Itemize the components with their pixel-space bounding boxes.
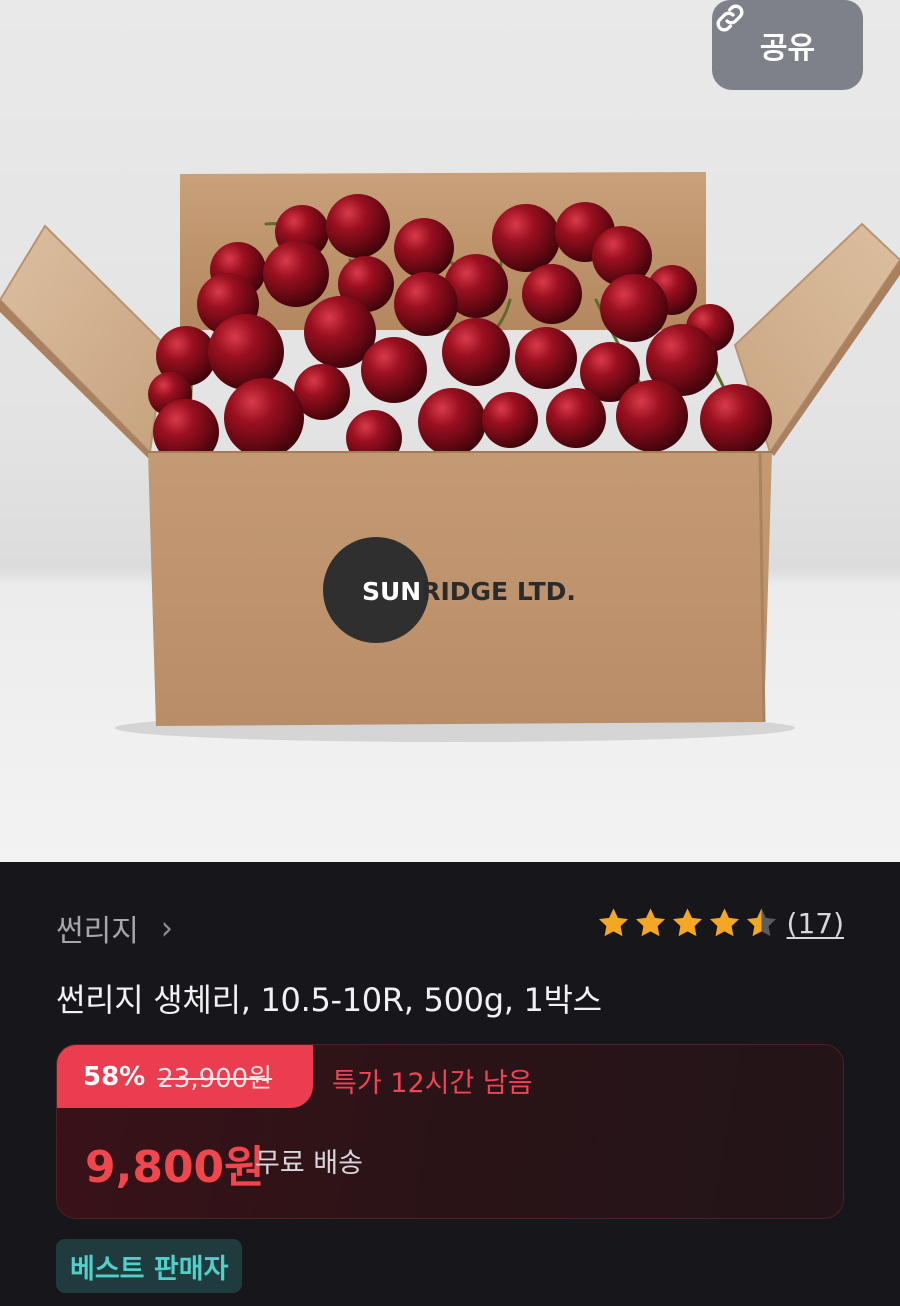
discount-rate: 58% — [83, 1061, 146, 1092]
brand-name: 썬리지 — [56, 914, 139, 949]
shipping-info: 무료 배송 — [255, 1148, 363, 1179]
share-button[interactable]: 공유 — [712, 0, 863, 90]
brand-link[interactable]: 썬리지 › — [56, 906, 173, 950]
discount-tab: 58% 23,900원 — [57, 1045, 313, 1108]
star-full-icon — [635, 908, 665, 937]
star-full-icon — [709, 908, 739, 937]
share-label: 공유 — [759, 31, 816, 66]
price-box: 58% 23,900원 특가 12시간 남음 9,800원 무료 배송 — [56, 1044, 844, 1219]
chevron-right-icon: › — [160, 908, 173, 948]
star-rating — [596, 906, 779, 940]
rating-summary[interactable]: (17) — [596, 906, 844, 940]
star-full-icon — [672, 908, 702, 937]
star-full-icon — [598, 908, 628, 937]
box-logo-text: SUNRIDGE LTD. — [362, 577, 576, 606]
review-count-link[interactable]: (17) — [787, 907, 844, 940]
star-half-icon — [746, 908, 776, 937]
best-seller-badge: 베스트 판매자 — [56, 1239, 243, 1293]
link-icon — [716, 4, 744, 32]
cherry-box-illustration: SUNRIDGE LTD. — [0, 172, 900, 742]
product-image[interactable]: SUNRIDGE LTD. 공유 — [0, 0, 900, 862]
deal-countdown: 특가 12시간 남음 — [332, 1068, 533, 1099]
original-price: 23,900원 — [157, 1064, 273, 1094]
sale-price: 9,800원 — [85, 1142, 265, 1193]
product-info-panel: 썬리지 › (17) 썬리지 생체리, 10.5-10R, 500g, 1박스 … — [0, 862, 900, 1306]
product-title: 썬리지 생체리, 10.5-10R, 500g, 1박스 — [56, 981, 602, 1019]
